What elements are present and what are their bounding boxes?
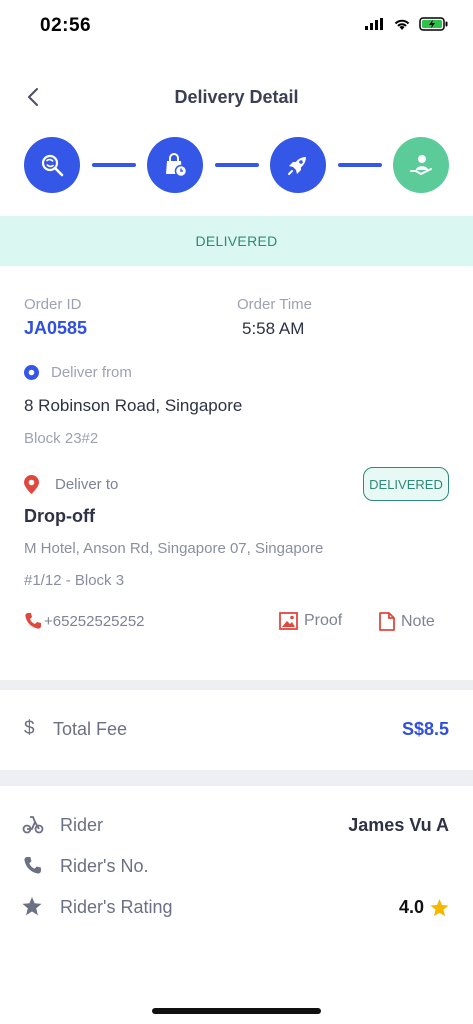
phone-link[interactable]: +65252525252 xyxy=(24,612,145,630)
order-id-label: Order ID xyxy=(24,296,82,313)
total-fee-label: Total Fee xyxy=(53,719,128,739)
phone-icon xyxy=(25,613,41,629)
star-icon xyxy=(22,897,42,921)
status-banner: DELIVERED xyxy=(0,216,473,266)
rider-rating-label: Rider's Rating xyxy=(60,897,173,917)
delivery-progress xyxy=(24,137,450,195)
image-icon xyxy=(279,612,298,630)
scooter-icon xyxy=(22,814,44,839)
step-delivered xyxy=(393,137,449,193)
status-icons xyxy=(365,17,449,31)
rating-star-icon xyxy=(430,898,449,916)
step-pickup xyxy=(147,137,203,193)
rider-number-label: Rider's No. xyxy=(60,856,149,876)
signal-icon xyxy=(365,18,383,30)
rider-rating-value: 4.0 xyxy=(398,897,424,917)
dropoff-label: Deliver to xyxy=(55,476,119,493)
section-divider xyxy=(0,770,473,786)
order-time-value: 5:58 AM xyxy=(242,319,305,338)
dropoff-address: M Hotel, Anson Rd, Singapore 07, Singapo… xyxy=(24,540,324,557)
rocket-icon xyxy=(288,157,306,175)
step-connector xyxy=(92,163,136,167)
step-connector xyxy=(338,163,382,167)
order-time-label: Order Time xyxy=(237,296,313,313)
dropoff-detail: #1/12 - Block 3 xyxy=(24,572,125,589)
map-pin-icon xyxy=(24,475,39,499)
dropoff-title: Drop-off xyxy=(24,506,95,526)
total-fee-value: S$8.5 xyxy=(401,719,449,739)
status-time: 02:56 xyxy=(40,15,92,36)
order-id-value: JA0585 xyxy=(24,318,88,338)
dollar-icon: $ xyxy=(24,718,35,739)
phone-number: +65252525252 xyxy=(44,612,145,630)
search-refresh-icon xyxy=(41,154,64,177)
wifi-icon xyxy=(394,19,410,30)
pickup-address: 8 Robinson Road, Singapore xyxy=(24,396,243,415)
pickup-detail: Block 23#2 xyxy=(24,430,99,447)
proof-label: Proof xyxy=(304,612,343,629)
hand-receive-icon xyxy=(410,155,432,175)
note-label: Note xyxy=(401,612,435,630)
pickup-dot-icon xyxy=(24,365,39,385)
rider-phone-icon xyxy=(23,856,42,880)
section-divider xyxy=(0,680,473,690)
dropoff-status-badge: DELIVERED xyxy=(363,467,449,501)
home-indicator xyxy=(152,1008,321,1014)
step-delivering xyxy=(270,137,326,193)
document-icon xyxy=(379,612,395,631)
rider-rating: 4.0 xyxy=(399,897,449,918)
proof-button[interactable]: Proof xyxy=(279,612,342,630)
status-banner-text: DELIVERED xyxy=(195,233,278,249)
step-connector xyxy=(215,163,259,167)
rider-label: Rider xyxy=(60,815,104,835)
dropoff-status-text: DELIVERED xyxy=(369,476,443,492)
step-searching xyxy=(24,137,80,193)
pickup-label: Deliver from xyxy=(51,364,132,381)
battery-charging-icon xyxy=(419,17,448,31)
note-button[interactable]: Note xyxy=(379,612,435,631)
rider-name: James Vu A xyxy=(348,815,449,835)
bag-clock-icon xyxy=(166,153,188,178)
page-title: Delivery Detail xyxy=(174,87,299,107)
